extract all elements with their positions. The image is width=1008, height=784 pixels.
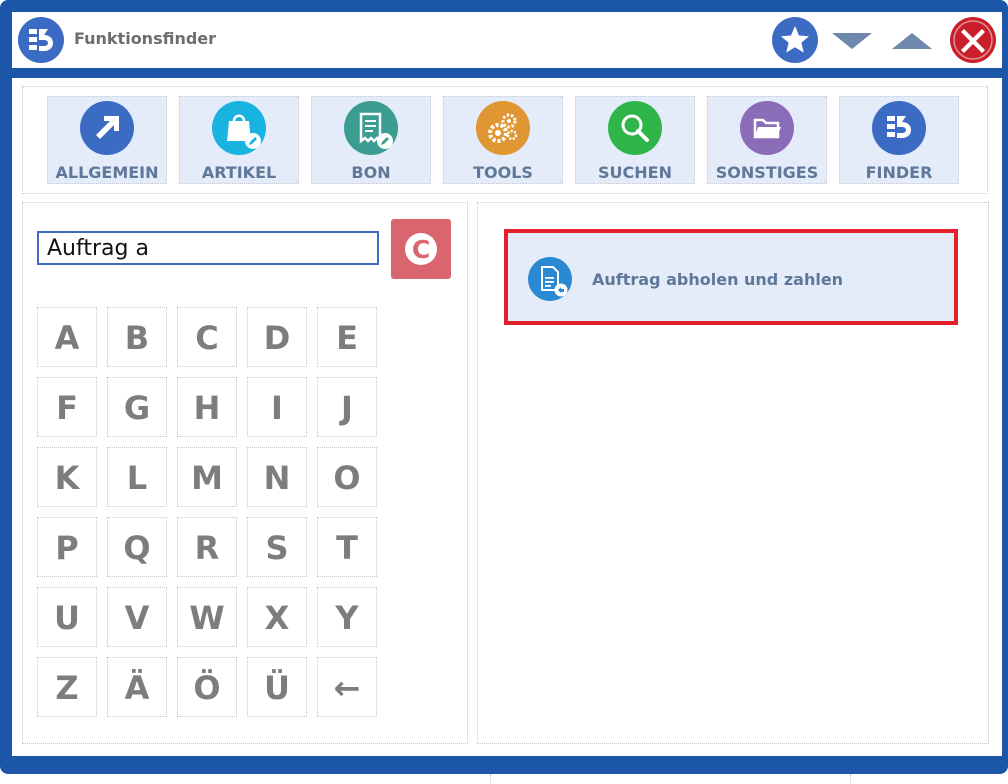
tab-bon[interactable]: BON <box>311 96 431 184</box>
tab-allgemein[interactable]: ALLGEMEIN <box>47 96 167 184</box>
result-item-auftrag-abholen[interactable]: Auftrag abholen und zahlen <box>504 229 958 325</box>
gears-icon <box>476 101 530 155</box>
key-g[interactable]: G <box>107 377 167 437</box>
favorite-button[interactable] <box>771 16 819 64</box>
tab-finder[interactable]: FINDER <box>839 96 959 184</box>
key-ae[interactable]: Ä <box>107 657 167 717</box>
key-a[interactable]: A <box>37 307 97 367</box>
key-k[interactable]: K <box>37 447 97 507</box>
key-b[interactable]: B <box>107 307 167 367</box>
key-w[interactable]: W <box>177 587 237 647</box>
results-panel: Auftrag abholen und zahlen <box>477 202 989 744</box>
tab-label: ALLGEMEIN <box>55 163 159 182</box>
maximize-button[interactable] <box>890 26 934 56</box>
key-z[interactable]: Z <box>37 657 97 717</box>
close-icon <box>950 17 996 63</box>
title-bar: Funktionsfinder <box>12 12 1002 68</box>
arrow-up-right-icon <box>80 101 134 155</box>
tab-label: TOOLS <box>473 163 533 182</box>
key-p[interactable]: P <box>37 517 97 577</box>
key-s[interactable]: S <box>247 517 307 577</box>
tab-sonstiges[interactable]: SONSTIGES <box>707 96 827 184</box>
app-logo-icon <box>18 17 64 63</box>
receipt-icon <box>344 101 398 155</box>
result-item-label: Auftrag abholen und zahlen <box>592 270 844 289</box>
key-oe[interactable]: Ö <box>177 657 237 717</box>
clear-button[interactable]: C <box>391 219 451 279</box>
key-r[interactable]: R <box>177 517 237 577</box>
key-ue[interactable]: Ü <box>247 657 307 717</box>
key-o[interactable]: O <box>317 447 377 507</box>
tab-tools[interactable]: TOOLS <box>443 96 563 184</box>
tab-label: SONSTIGES <box>715 163 819 182</box>
key-u[interactable]: U <box>37 587 97 647</box>
clear-icon: C <box>405 233 437 265</box>
tab-artikel[interactable]: ARTIKEL <box>179 96 299 184</box>
key-m[interactable]: M <box>177 447 237 507</box>
document-pickup-icon <box>528 257 572 301</box>
divider <box>490 774 492 784</box>
chevron-up-icon <box>892 33 932 49</box>
key-backspace[interactable]: ← <box>317 657 377 717</box>
key-h[interactable]: H <box>177 377 237 437</box>
result-item-body: Auftrag abholen und zahlen <box>510 235 952 319</box>
key-e[interactable]: E <box>317 307 377 367</box>
tab-label: SUCHEN <box>598 163 672 182</box>
tab-label: ARTIKEL <box>201 163 277 182</box>
chevron-down-icon <box>832 33 872 49</box>
minimize-button[interactable] <box>830 26 874 56</box>
tab-label: FINDER <box>865 163 933 182</box>
key-y[interactable]: Y <box>317 587 377 647</box>
key-x[interactable]: X <box>247 587 307 647</box>
search-panel: C A B C D E F G H I J K L M N O P Q R S … <box>22 202 468 744</box>
key-n[interactable]: N <box>247 447 307 507</box>
key-i[interactable]: I <box>247 377 307 437</box>
key-f[interactable]: F <box>37 377 97 437</box>
window-frame: Funktionsfinder ALLGEMEIN ARTIKEL BON TO… <box>0 0 1008 774</box>
key-c[interactable]: C <box>177 307 237 367</box>
shopping-bag-icon <box>212 101 266 155</box>
main-content: ALLGEMEIN ARTIKEL BON TOOLS SUCHEN SONST… <box>12 78 1002 756</box>
close-button[interactable] <box>949 16 997 64</box>
search-icon <box>608 101 662 155</box>
search-input[interactable] <box>37 231 379 265</box>
window-title: Funktionsfinder <box>74 29 217 48</box>
key-t[interactable]: T <box>317 517 377 577</box>
divider <box>850 774 852 784</box>
key-d[interactable]: D <box>247 307 307 367</box>
tab-suchen[interactable]: SUCHEN <box>575 96 695 184</box>
finder-logo-icon <box>872 101 926 155</box>
key-j[interactable]: J <box>317 377 377 437</box>
key-q[interactable]: Q <box>107 517 167 577</box>
clear-label: C <box>412 235 430 264</box>
key-l[interactable]: L <box>107 447 167 507</box>
tab-label: BON <box>351 163 391 182</box>
folder-icon <box>740 101 794 155</box>
star-icon <box>772 17 818 63</box>
category-toolbar: ALLGEMEIN ARTIKEL BON TOOLS SUCHEN SONST… <box>22 86 988 194</box>
key-v[interactable]: V <box>107 587 167 647</box>
